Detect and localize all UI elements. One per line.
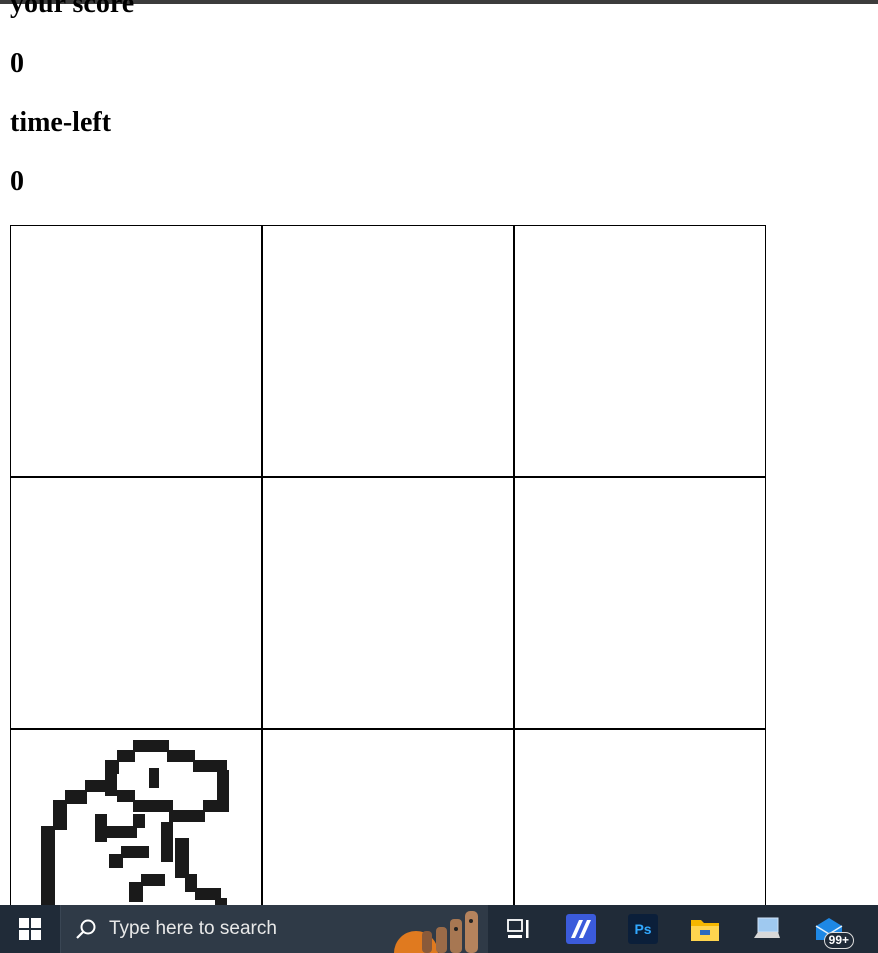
- search-icon: [75, 918, 97, 940]
- taskbar-search-box[interactable]: Type here to search: [60, 905, 488, 953]
- file-explorer-button[interactable]: [674, 905, 736, 953]
- grid-cell[interactable]: [10, 477, 262, 729]
- score-value: 0: [10, 48, 24, 79]
- mole-sprite-icon[interactable]: [29, 734, 229, 914]
- time-left-label: time-left: [10, 107, 112, 138]
- notification-badge: 99+: [823, 932, 854, 949]
- game-grid: [10, 225, 766, 953]
- grid-cell[interactable]: [514, 225, 766, 477]
- photoshop-button[interactable]: Ps: [612, 905, 674, 953]
- photoshop-icon: Ps: [628, 914, 658, 944]
- score-label: your score: [10, 0, 135, 19]
- file-explorer-icon: [691, 920, 719, 941]
- start-button[interactable]: [0, 905, 60, 953]
- editor-app-icon: [566, 914, 596, 944]
- grid-cell[interactable]: [262, 225, 514, 477]
- task-view-button[interactable]: [488, 905, 550, 953]
- search-highlight-illustration-icon: [394, 911, 478, 953]
- grid-cell[interactable]: [514, 477, 766, 729]
- time-left-value: 0: [10, 166, 24, 197]
- svg-text:Ps: Ps: [634, 921, 651, 937]
- grid-cell[interactable]: [262, 477, 514, 729]
- search-placeholder: Type here to search: [109, 918, 277, 939]
- windows-taskbar: Type here to search Ps 99+: [0, 905, 878, 953]
- editor-app-button[interactable]: [550, 905, 612, 953]
- windows-start-icon: [19, 918, 41, 940]
- laptop-app-button[interactable]: [736, 905, 798, 953]
- task-view-icon: [507, 919, 529, 938]
- laptop-icon: [754, 917, 780, 938]
- mail-app-button[interactable]: 99+: [798, 905, 860, 953]
- grid-cell[interactable]: [10, 225, 262, 477]
